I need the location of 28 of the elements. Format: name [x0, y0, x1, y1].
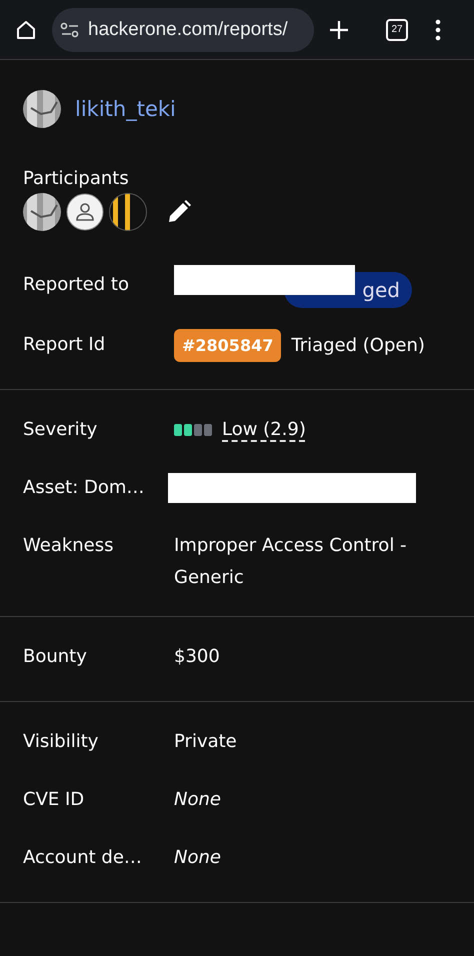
- reporter-link[interactable]: likith_teki: [75, 97, 176, 121]
- new-tab-icon[interactable]: [328, 18, 350, 40]
- field-value: $300: [174, 645, 220, 669]
- field-value: Improper Access Control - Generic: [174, 534, 408, 590]
- menu-icon[interactable]: [434, 18, 442, 40]
- field-label: Reported to: [23, 273, 130, 297]
- field-label: Report Id: [23, 333, 106, 357]
- field-value: None: [174, 788, 221, 812]
- field-value: None: [174, 846, 221, 870]
- avatar-icon: [66, 193, 104, 231]
- field-label: Account de…: [23, 846, 143, 870]
- url-text: hackerone.com/reports/: [88, 18, 288, 40]
- field-value: Private: [174, 730, 237, 754]
- avatar-icon: [109, 193, 147, 231]
- participants-label: Participants: [22, 168, 130, 189]
- field-label: Bounty: [23, 645, 88, 669]
- site-settings-icon[interactable]: [60, 22, 80, 38]
- report-status: Triaged (Open): [291, 334, 425, 358]
- report-id-badge: #2805847: [174, 329, 282, 362]
- field-label: Visibility: [23, 730, 100, 754]
- field-label: Severity: [23, 418, 98, 442]
- address-bar[interactable]: hackerone.com/reports/: [52, 8, 314, 52]
- field-label: Weakness: [23, 534, 115, 558]
- tab-switcher-button[interactable]: 27: [386, 18, 408, 40]
- severity-value[interactable]: Low (2.9): [222, 414, 306, 446]
- field-label: Asset: Dom…: [23, 476, 146, 500]
- edit-icon[interactable]: [166, 199, 192, 225]
- field-label: CVE ID: [23, 788, 86, 812]
